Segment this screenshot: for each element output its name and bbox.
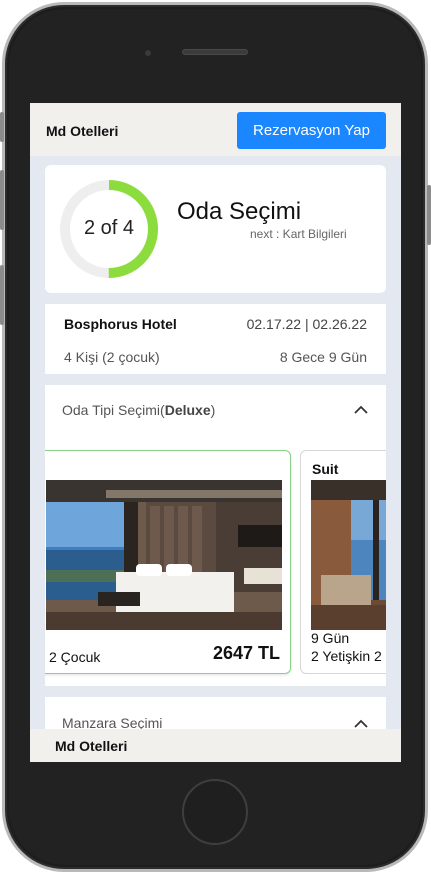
room-children: 2 Çocuk bbox=[49, 649, 101, 665]
guest-count: 4 Kişi (2 çocuk) bbox=[64, 349, 160, 365]
front-camera bbox=[145, 50, 151, 56]
power-button bbox=[427, 185, 431, 245]
room-type-section: Oda Tipi Seçimi(Deluxe) 2 Çocuk 2647 TL … bbox=[45, 385, 386, 686]
volume-down-button bbox=[0, 265, 4, 325]
home-button[interactable] bbox=[182, 779, 248, 845]
step-progress-card: 2 of 4 Oda Seçimi next : Kart Bilgileri bbox=[45, 165, 386, 293]
top-navbar: Md Otelleri Rezervasyon Yap bbox=[30, 103, 401, 156]
app-screen: Md Otelleri Rezervasyon Yap 2 of 4 Oda S… bbox=[30, 103, 401, 762]
room-photo bbox=[311, 480, 386, 630]
room-days: 9 Gün bbox=[311, 630, 350, 646]
bottom-bar: Md Otelleri bbox=[30, 729, 401, 762]
reserve-button[interactable]: Rezervasyon Yap bbox=[237, 112, 386, 149]
booking-summary-card: Bosphorus Hotel 02.17.22 | 02.26.22 4 Ki… bbox=[45, 304, 386, 374]
room-price: 2647 TL bbox=[212, 643, 280, 663]
selected-room-type: Deluxe bbox=[164, 402, 211, 418]
room-type-header[interactable]: Oda Tipi Seçimi(Deluxe) bbox=[62, 402, 215, 418]
stay-duration: 8 Gece 9 Gün bbox=[279, 349, 367, 365]
footer-brand: Md Otelleri bbox=[55, 738, 128, 754]
room-name: Suit bbox=[312, 461, 339, 477]
room-card-deluxe[interactable]: 2 Çocuk 2647 TL bbox=[45, 450, 291, 674]
room-adults: 2 Yetişkin 2 bbox=[311, 648, 382, 664]
room-card-suit[interactable]: Suit 9 Gün 2 Yetişkin 2 bbox=[300, 450, 386, 674]
brand-logo[interactable]: Md Otelleri bbox=[46, 123, 118, 139]
earpiece-speaker bbox=[182, 49, 248, 55]
room-carousel[interactable]: 2 Çocuk 2647 TL Suit 9 Gün 2 Yetişkin 2 bbox=[45, 450, 386, 678]
next-step-label: next : Kart Bilgileri bbox=[250, 227, 347, 241]
step-title: Oda Seçimi bbox=[177, 198, 302, 225]
chevron-up-icon[interactable] bbox=[354, 405, 368, 415]
room-photo bbox=[46, 480, 282, 630]
booking-dates: 02.17.22 | 02.26.22 bbox=[246, 316, 367, 332]
room-type-label: Oda Tipi Seçimi bbox=[62, 402, 161, 418]
hotel-name: Bosphorus Hotel bbox=[64, 316, 177, 332]
mute-switch bbox=[0, 112, 4, 142]
volume-up-button bbox=[0, 170, 4, 230]
chevron-up-icon[interactable] bbox=[354, 719, 368, 729]
step-counter: 2 of 4 bbox=[83, 217, 135, 239]
